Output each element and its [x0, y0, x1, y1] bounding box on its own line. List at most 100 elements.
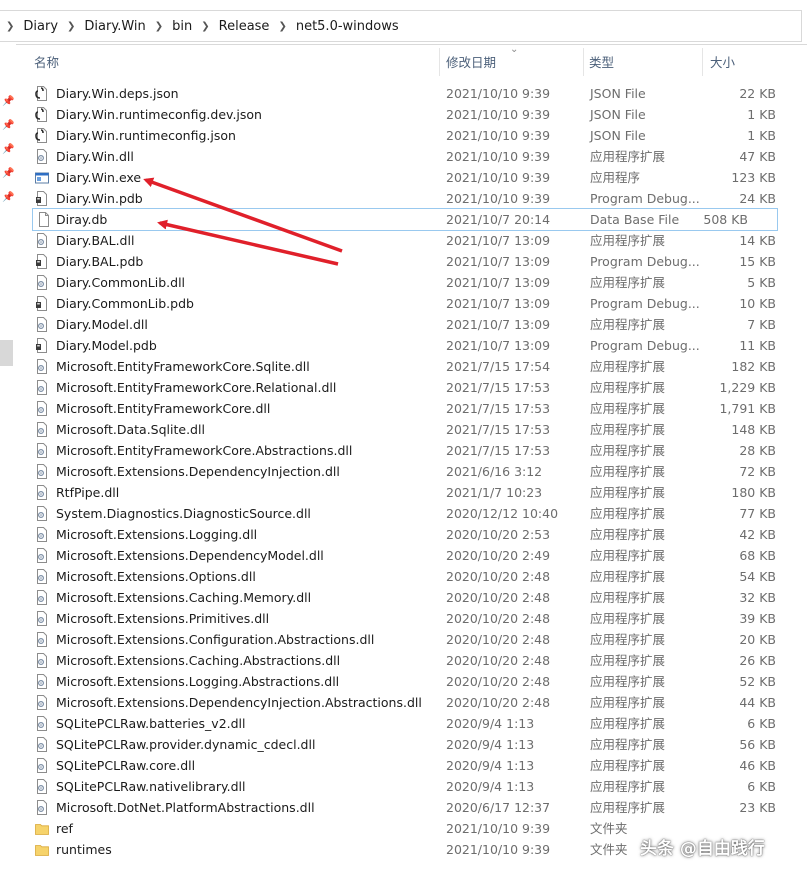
file-type: 应用程序扩展 — [590, 779, 666, 794]
file-type: 应用程序扩展 — [590, 800, 666, 815]
pin-icon[interactable]: 📌 — [2, 192, 14, 203]
file-row[interactable]: Microsoft.Extensions.Caching.Abstraction… — [31, 650, 807, 671]
dll-file-icon — [35, 464, 49, 479]
breadcrumb-label[interactable]: Diary — [23, 19, 58, 34]
file-name: runtimes — [56, 842, 112, 857]
file-date: 2021/10/10 9:39 — [446, 191, 551, 206]
file-date: 2020/10/20 2:48 — [446, 695, 551, 710]
file-row[interactable]: Microsoft.Extensions.Configuration.Abstr… — [31, 629, 807, 650]
file-size: 11 KB — [739, 338, 776, 353]
dll-file-icon-graphic — [37, 464, 47, 479]
dll-file-icon-graphic — [37, 506, 47, 521]
file-name: Diary.Win.dll — [56, 149, 134, 164]
file-row[interactable]: SQLitePCLRaw.nativelibrary.dll 2020/9/4 1… — [31, 776, 807, 797]
column-divider[interactable] — [583, 48, 584, 76]
breadcrumb[interactable]: ❯ Diary ❯ Diary.Win ❯ bin ❯ Release ❯ net5.0… — [0, 10, 802, 42]
file-row[interactable]: Diary.Win.runtimeconfig.json 2021/10/10 9… — [31, 125, 807, 146]
column-name-header[interactable]: 名称 — [34, 46, 59, 78]
file-row[interactable]: Microsoft.Extensions.DependencyModel.dll… — [31, 545, 807, 566]
file-row[interactable]: Diary.Model.pdb 2021/10/7 13:09 Program De… — [31, 335, 807, 356]
file-name: System.Diagnostics.DiagnosticSource.dll — [56, 506, 311, 521]
file-row[interactable]: Microsoft.Extensions.Caching.Memory.dll 2… — [31, 587, 807, 608]
file-row[interactable]: Diary.BAL.pdb 2021/10/7 13:09 Program Debu… — [31, 251, 807, 272]
watermark: 头条 @自由践行 — [640, 839, 765, 859]
json-file-icon-graphic — [35, 128, 47, 143]
file-row[interactable]: Microsoft.Extensions.Logging.Abstraction… — [31, 671, 807, 692]
file-type: 应用程序扩展 — [590, 464, 666, 479]
file-row[interactable]: Diary.BAL.dll 2021/10/7 13:09 应用程序扩展 14 KB — [31, 230, 807, 251]
navigation-pane: 📌 📌 📌 📌 📌 — [0, 44, 16, 876]
pdb-file-icon-graphic — [36, 191, 47, 206]
file-type: 应用程序扩展 — [590, 716, 666, 731]
file-row[interactable]: Diary.Win.dll 2021/10/10 9:39 应用程序扩展 47 KB — [31, 146, 807, 167]
file-date: 2021/10/7 20:14 — [446, 212, 551, 227]
pin-icon[interactable]: 📌 — [2, 168, 14, 179]
exe-file-icon — [35, 170, 49, 185]
breadcrumb-label[interactable]: bin — [172, 19, 192, 34]
column-size-header[interactable]: 大小 — [710, 46, 735, 78]
column-date-header[interactable]: 修改日期 — [446, 46, 496, 78]
file-row[interactable]: SQLitePCLRaw.provider.dynamic_cdecl.dll 2… — [31, 734, 807, 755]
file-row[interactable]: SQLitePCLRaw.batteries_v2.dll 2020/9/4 1:… — [31, 713, 807, 734]
chevron-right-icon[interactable]: ❯ — [269, 21, 295, 32]
pin-icon[interactable]: 📌 — [2, 144, 14, 155]
file-row[interactable]: System.Diagnostics.DiagnosticSource.dll 2… — [31, 503, 807, 524]
file-row[interactable]: Microsoft.EntityFrameworkCore.Abstractio… — [31, 440, 807, 461]
breadcrumb-label[interactable]: Diary.Win — [84, 19, 145, 34]
column-type-header[interactable]: 类型 — [589, 46, 614, 78]
file-date: 2020/6/17 12:37 — [446, 800, 551, 815]
file-row[interactable]: SQLitePCLRaw.core.dll 2020/9/4 1:13 应用程序扩展… — [31, 755, 807, 776]
scrollbar-thumb[interactable] — [0, 340, 13, 366]
pdb-file-icon — [35, 254, 49, 269]
file-row[interactable]: Diary.CommonLib.pdb 2021/10/7 13:09 Progra… — [31, 293, 807, 314]
chevron-right-icon[interactable]: ❯ — [58, 21, 84, 32]
file-row[interactable]: Microsoft.Extensions.Options.dll 2020/10/… — [31, 566, 807, 587]
file-row[interactable]: Microsoft.Extensions.DependencyInjection… — [31, 692, 807, 713]
file-row[interactable]: Microsoft.EntityFrameworkCore.Relational… — [31, 377, 807, 398]
file-row[interactable]: Diary.CommonLib.dll 2021/10/7 13:09 应用程序扩展… — [31, 272, 807, 293]
dll-file-icon-graphic — [37, 485, 47, 500]
file-row[interactable]: Microsoft.DotNet.PlatformAbstractions.dl… — [31, 797, 807, 818]
file-row[interactable]: Microsoft.Data.Sqlite.dll 2021/7/15 17:53… — [31, 419, 807, 440]
file-row[interactable]: Microsoft.Extensions.Logging.dll 2020/10/… — [31, 524, 807, 545]
chevron-right-icon[interactable]: ❯ — [146, 21, 172, 32]
column-divider[interactable] — [439, 48, 440, 76]
file-type: JSON File — [590, 86, 646, 101]
file-row[interactable]: Microsoft.Extensions.Primitives.dll 2020/… — [31, 608, 807, 629]
file-type: 应用程序扩展 — [590, 317, 666, 332]
file-size: 123 KB — [731, 170, 776, 185]
breadcrumb-label[interactable]: Release — [219, 19, 270, 34]
breadcrumb-item-release[interactable]: Release ❯ — [219, 11, 296, 41]
breadcrumb-item-bin[interactable]: bin ❯ — [172, 11, 219, 41]
file-size: 32 KB — [739, 590, 776, 605]
file-name: Microsoft.Extensions.Primitives.dll — [56, 611, 270, 626]
file-date: 2021/10/10 9:39 — [446, 842, 551, 857]
dll-file-icon — [35, 548, 49, 563]
file-type: 应用程序扩展 — [590, 590, 666, 605]
file-row[interactable]: RtfPipe.dll 2021/1/7 10:23 应用程序扩展 180 KB — [31, 482, 807, 503]
breadcrumb-item-diary-win[interactable]: Diary.Win ❯ — [84, 11, 172, 41]
file-row[interactable]: Microsoft.EntityFrameworkCore.Sqlite.dll… — [31, 356, 807, 377]
pdb-file-icon-graphic — [36, 254, 47, 269]
file-row[interactable]: Diary.Win.deps.json 2021/10/10 9:39 JSON F… — [31, 83, 807, 104]
breadcrumb-item-net5-windows[interactable]: net5.0-windows — [296, 11, 399, 41]
file-row[interactable]: Diary.Win.runtimeconfig.dev.json 2021/10/… — [31, 104, 807, 125]
file-row[interactable]: Diary.Model.dll 2021/10/7 13:09 应用程序扩展 7 KB — [31, 314, 807, 335]
breadcrumb-item-diary[interactable]: Diary ❯ — [23, 11, 84, 41]
file-row[interactable]: Microsoft.Extensions.DependencyInjection… — [31, 461, 807, 482]
chevron-right-icon[interactable]: ❯ — [192, 21, 218, 32]
file-row[interactable]: Diary.Win.pdb 2021/10/10 9:39 Program Debu… — [31, 188, 807, 209]
file-size: 15 KB — [739, 254, 776, 269]
dll-file-icon-graphic — [37, 800, 47, 815]
pin-icon[interactable]: 📌 — [2, 120, 14, 131]
file-name: Diary.Win.runtimeconfig.json — [56, 128, 236, 143]
json-file-icon-graphic — [35, 86, 47, 101]
chevron-right-icon[interactable]: ❯ — [0, 21, 23, 32]
file-row[interactable]: Microsoft.EntityFrameworkCore.dll 2021/7/… — [31, 398, 807, 419]
file-type: Program Debug... — [590, 191, 700, 206]
pin-icon[interactable]: 📌 — [2, 96, 14, 107]
file-row-selected[interactable]: Diray.db 2021/10/7 20:14 Data Base File 508… — [32, 208, 778, 231]
breadcrumb-label[interactable]: net5.0-windows — [296, 19, 399, 34]
file-row[interactable]: Diary.Win.exe 2021/10/10 9:39 应用程序 123 KB — [31, 167, 807, 188]
column-divider[interactable] — [702, 48, 703, 76]
